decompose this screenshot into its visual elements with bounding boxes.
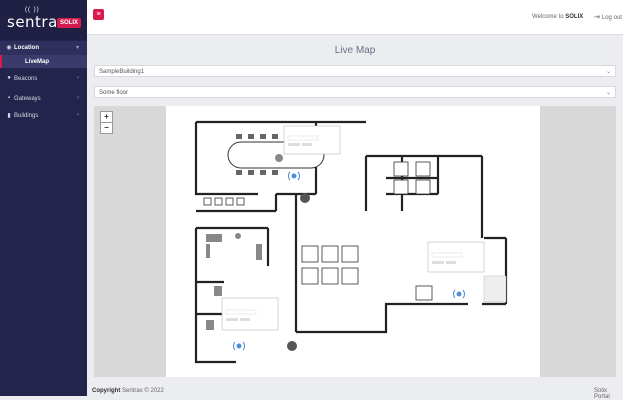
welcome-prefix: Welcome to [532,14,566,20]
building-select[interactable]: SampleBuilding1 ⌄ [94,65,616,77]
logo-badge: SOLIX [57,18,82,28]
copyright-text: Copyright Sentrax © 2022 [92,388,164,394]
sidebar-item-location[interactable]: ◉ Location ▾ [0,41,87,55]
welcome-text: Welcome to SOLIX [532,14,583,20]
beacon-popup-3[interactable] [221,297,279,331]
chevron-right-icon: › [77,95,79,101]
brand-logo[interactable]: (( )) sentrax SOLIX [0,0,87,40]
chevron-down-icon: ▾ [75,45,79,51]
sidebar-item-buildings[interactable]: ▮ Buildings › [0,109,87,123]
copyright-label: Copyright [92,388,121,394]
page-title: Live Map [334,45,376,56]
chevron-down-icon: ⌄ [605,69,611,75]
restroom-tiles [483,275,507,303]
logout-label: Log out [601,15,622,21]
building-select-value: SampleBuilding1 [99,69,145,75]
beacon-icon: ● [7,75,11,81]
floor-plan[interactable] [166,106,540,377]
live-map[interactable]: + − [94,106,616,377]
sidebar-item-gateways[interactable]: ▪ Gateways › [0,92,87,106]
floor-select-value: Some floor [99,90,129,96]
copyright-rest: Sentrax © 2022 [120,388,164,394]
logout-icon: ⇥ [594,14,600,21]
sidebar: (( )) sentrax SOLIX ◉ Location ▾ LiveMap… [0,0,87,396]
menu-toggle-button[interactable]: ≡ [93,9,104,20]
floor-select[interactable]: Some floor ⌄ [94,86,616,98]
chevron-right-icon: › [77,75,79,81]
globe-icon: ◉ [6,45,12,51]
floor-plan-drawing [194,120,508,364]
sidebar-subitem-livemap[interactable]: LiveMap [0,55,87,68]
portal-name: Solix Portal [594,388,610,400]
sidebar-item-beacons[interactable]: ● Beacons › [0,72,87,86]
sidebar-item-label: Gateways [14,96,41,102]
sidebar-item-label: Buildings [14,113,39,119]
chevron-right-icon: › [77,112,79,118]
sidebar-subitem-label: LiveMap [25,59,50,65]
beacon-popup-1[interactable] [283,125,341,155]
building-icon: ▮ [7,113,11,119]
logout-link[interactable]: ⇥ Log out [594,13,622,21]
beacon-popup-2[interactable] [427,241,485,273]
lounge-chairs [203,197,245,206]
sidebar-item-label: Location [14,45,39,51]
top-bar: ≡ Welcome to SOLIX ⇥ Log out [87,0,623,35]
sidebar-item-label: Beacons [14,76,38,82]
welcome-user: SOLIX [565,14,584,20]
gateway-icon: ▪ [7,95,11,101]
zoom-out-button[interactable]: − [100,122,113,134]
chevron-down-icon: ⌄ [605,90,611,96]
